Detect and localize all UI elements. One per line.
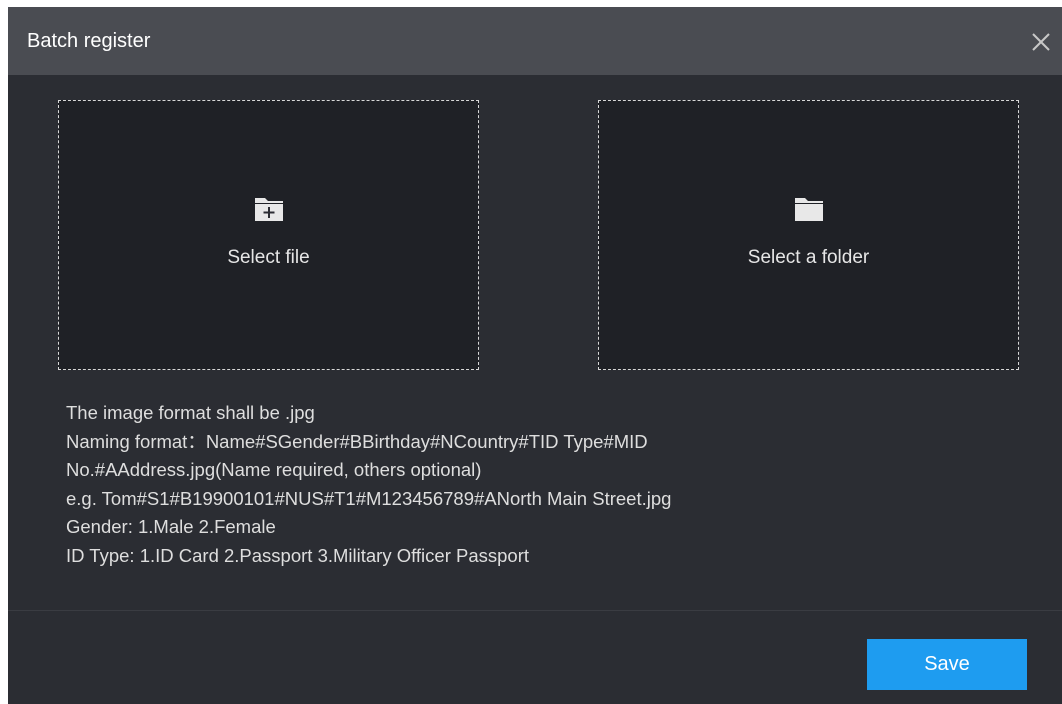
instruction-line: Gender: 1.Male 2.Female [66,516,276,537]
footer-divider [8,610,1062,611]
close-icon[interactable] [1030,31,1052,53]
dialog-titlebar: Batch register [8,7,1062,75]
batch-register-dialog: Batch register Select file Select a fold… [8,7,1062,704]
select-folder-label: Select a folder [747,247,870,268]
select-folder-dropzone[interactable]: Select a folder [598,100,1019,370]
select-file-label: Select file [227,247,310,268]
instruction-line: No.#AAddress.jpg(Name required, others o… [66,459,482,480]
format-instructions: The image format shall be .jpg Naming fo… [66,399,1026,570]
instruction-line: Naming format：Name#SGender#BBirthday#NCo… [66,430,648,452]
instruction-line: e.g. Tom#S1#B19900101#NUS#T1#M123456789#… [66,487,672,509]
dialog-title: Batch register [27,30,151,52]
folder-plus-icon [253,196,285,222]
folder-icon [793,196,825,222]
save-button[interactable]: Save [867,639,1027,690]
select-file-dropzone[interactable]: Select file [58,100,479,370]
instruction-line: ID Type: 1.ID Card 2.Passport 3.Military… [66,544,530,566]
instruction-line: The image format shall be .jpg [66,402,315,423]
